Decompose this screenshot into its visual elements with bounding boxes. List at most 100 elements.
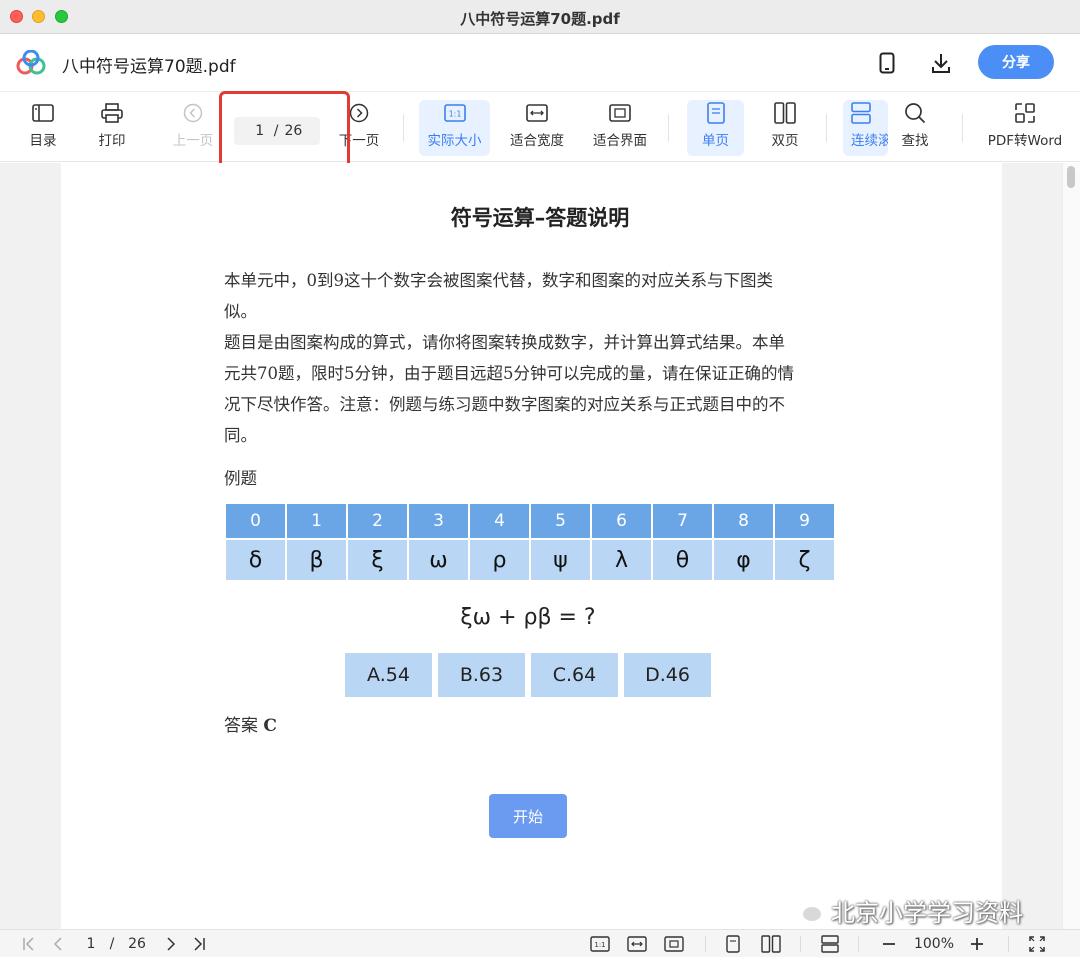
download-icon	[932, 54, 950, 73]
mobile-view-button[interactable]	[874, 50, 900, 76]
print-button[interactable]: 打印	[93, 100, 131, 156]
prev-page-label: 上一页	[172, 133, 214, 149]
last-page-icon	[194, 937, 205, 951]
paragraph-line: 本单元中，0到9这十个数字会被图案代替，数字和图案的对应关系与下图类	[224, 271, 773, 290]
toc-label: 目录	[29, 133, 57, 149]
status-page-total: 26	[128, 936, 146, 952]
find-label: 查找	[901, 133, 929, 149]
digit-cell: 9	[775, 504, 834, 538]
continuous-scroll-label: 连续滚	[851, 133, 888, 149]
toolbar-divider	[668, 114, 669, 142]
fit-width-button[interactable]: 适合宽度	[507, 100, 567, 156]
prev-page-small-button[interactable]	[47, 933, 69, 955]
symbols-row: δ β ξ ω ρ ψ λ θ φ ζ	[226, 540, 834, 580]
answer-value: C	[263, 716, 277, 736]
status-continuous-button[interactable]	[818, 933, 842, 955]
paragraph-line: 况下尽快作答。注意：例题与练习题中数字图案的对应关系与正式题目中的不	[224, 395, 785, 414]
fit-width-icon	[526, 104, 548, 122]
chevron-right-circle-icon	[349, 103, 369, 123]
status-page-separator: /	[109, 936, 115, 952]
status-fit-page-button[interactable]	[662, 933, 686, 955]
plus-icon	[971, 938, 983, 950]
watermark: 北京小学学习资料	[787, 893, 1023, 928]
paragraph-line: 同。	[224, 426, 257, 445]
status-actual-size-button[interactable]: 1:1	[588, 933, 612, 955]
status-page-current[interactable]: 1	[82, 933, 100, 955]
print-label: 打印	[98, 133, 126, 149]
option-b[interactable]: B.63	[438, 653, 525, 697]
answer-prefix: 答案	[224, 716, 258, 736]
vertical-scrollbar[interactable]	[1062, 163, 1080, 929]
wechat-icon	[788, 896, 823, 923]
symbol-cell: ψ	[531, 540, 590, 580]
continuous-scroll-icon	[821, 935, 839, 953]
digit-cell: 7	[653, 504, 712, 538]
phone-icon	[879, 52, 895, 74]
symbol-cell: ρ	[470, 540, 529, 580]
pdf-to-word-button[interactable]: PDF转Word	[984, 100, 1066, 156]
toolbar: 目录 打印 上一页 下一页 1:1 实际大小 适合宽度 适合界面 单页 双页 连…	[0, 92, 1080, 162]
next-page-small-button[interactable]	[160, 933, 182, 955]
toolbar-divider	[826, 114, 827, 142]
fit-width-icon	[627, 936, 647, 952]
actual-size-label: 实际大小	[427, 133, 482, 149]
app-header: 八中符号运算70题.pdf 分享	[0, 34, 1080, 92]
option-d[interactable]: D.46	[624, 653, 711, 697]
example-answer: 答案 C	[224, 711, 277, 736]
chevron-left-circle-icon	[183, 103, 203, 123]
symbol-cell: φ	[714, 540, 773, 580]
toc-button[interactable]: 目录	[24, 100, 62, 156]
single-page-button[interactable]: 单页	[687, 100, 744, 156]
first-page-button[interactable]	[18, 933, 40, 955]
double-page-label: 双页	[771, 133, 799, 149]
actual-size-icon: 1:1	[590, 936, 610, 952]
single-page-label: 单页	[702, 133, 729, 149]
double-page-button[interactable]: 双页	[766, 100, 804, 156]
prev-page-button[interactable]: 上一页	[170, 100, 216, 156]
continuous-scroll-button[interactable]: 连续滚	[843, 100, 888, 156]
document-title: 八中符号运算70题.pdf	[62, 57, 236, 77]
chevron-right-icon	[167, 937, 176, 951]
last-page-button[interactable]	[188, 933, 210, 955]
zoom-in-button[interactable]	[966, 933, 988, 955]
status-fit-width-button[interactable]	[625, 933, 649, 955]
status-double-page-button[interactable]	[759, 933, 783, 955]
option-a[interactable]: A.54	[345, 653, 432, 697]
digits-row: 0 1 2 3 4 5 6 7 8 9	[226, 504, 834, 538]
single-page-icon	[726, 935, 740, 953]
symbol-cell: ζ	[775, 540, 834, 580]
app-logo-icon	[16, 50, 46, 75]
symbol-cell: θ	[653, 540, 712, 580]
find-button[interactable]: 查找	[896, 100, 934, 156]
fullscreen-button[interactable]	[1026, 933, 1048, 955]
status-divider	[800, 936, 801, 952]
single-page-icon	[706, 102, 725, 124]
symbol-cell: λ	[592, 540, 651, 580]
digit-cell: 0	[226, 504, 285, 538]
start-button[interactable]: 开始	[489, 794, 567, 838]
status-single-page-button[interactable]	[722, 933, 744, 955]
share-button[interactable]: 分享	[978, 45, 1054, 79]
minus-icon	[883, 943, 895, 945]
toolbar-divider	[403, 114, 404, 142]
zoom-out-button[interactable]	[878, 933, 900, 955]
window-titlebar: 八中符号运算70题.pdf	[0, 0, 1080, 34]
continuous-scroll-icon	[851, 102, 871, 124]
digit-cell: 3	[409, 504, 468, 538]
download-button[interactable]	[928, 50, 954, 76]
double-page-icon	[761, 935, 781, 953]
option-c[interactable]: C.64	[531, 653, 618, 697]
watermark-text: 北京小学学习资料	[831, 899, 1023, 927]
svg-text:1:1: 1:1	[594, 941, 605, 949]
zoom-level[interactable]: 100%	[910, 933, 958, 955]
digit-cell: 2	[348, 504, 407, 538]
symbol-cell: ω	[409, 540, 468, 580]
scrollbar-thumb[interactable]	[1067, 166, 1075, 188]
paragraph-line: 元共70题，限时5分钟，由于题目远超5分钟可以完成的量，请在保证正确的情	[224, 364, 794, 383]
search-icon	[905, 103, 926, 124]
fit-page-button[interactable]: 适合界面	[590, 100, 650, 156]
sidebar-icon	[32, 104, 54, 122]
fit-page-icon	[664, 936, 684, 952]
actual-size-button[interactable]: 1:1 实际大小	[419, 100, 490, 156]
chevron-left-icon	[53, 937, 62, 951]
